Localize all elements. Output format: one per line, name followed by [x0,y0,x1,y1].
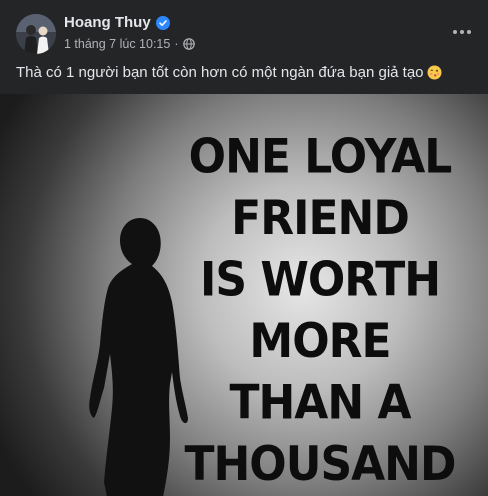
post-image[interactable]: ONE LOYAL FRIEND IS WORTH MORE THAN A TH… [0,94,488,496]
author-name[interactable]: Hoang Thuy [64,14,170,31]
quote-line: THAN A [229,375,411,431]
kissing-face-emoji [427,65,442,80]
more-horizontal-icon [453,30,471,34]
post-caption: Thà có 1 người bạn tốt còn hơn có một ng… [16,64,442,81]
caption-text: Thà có 1 người bạn tốt còn hơn có một ng… [16,64,424,81]
quote-line: ONE LOYAL [188,129,453,185]
quote-line: THOUSAND [184,437,456,493]
quote-line: FRIEND [231,190,410,246]
globe-icon [182,38,195,50]
post-timestamp[interactable]: 1 tháng 7 lúc 10:15 [64,37,170,51]
meta-separator: · [174,37,179,51]
verified-badge-icon [155,15,170,30]
facebook-post: Hoang Thuy 1 tháng 7 lúc 10:15 · Thà có … [0,0,488,496]
author-avatar[interactable] [16,14,56,54]
post-header: Hoang Thuy 1 tháng 7 lúc 10:15 · [0,0,488,58]
avatar-photo [16,14,56,54]
more-options-button[interactable] [450,20,474,44]
quote-line: IS WORTH [199,252,441,308]
quote-line: MORE [249,313,391,369]
author-name-text[interactable]: Hoang Thuy [64,14,151,31]
quote-text: ONE LOYAL FRIEND IS WORTH MORE THAN A TH… [170,126,470,495]
post-meta: 1 tháng 7 lúc 10:15 · [64,37,195,51]
